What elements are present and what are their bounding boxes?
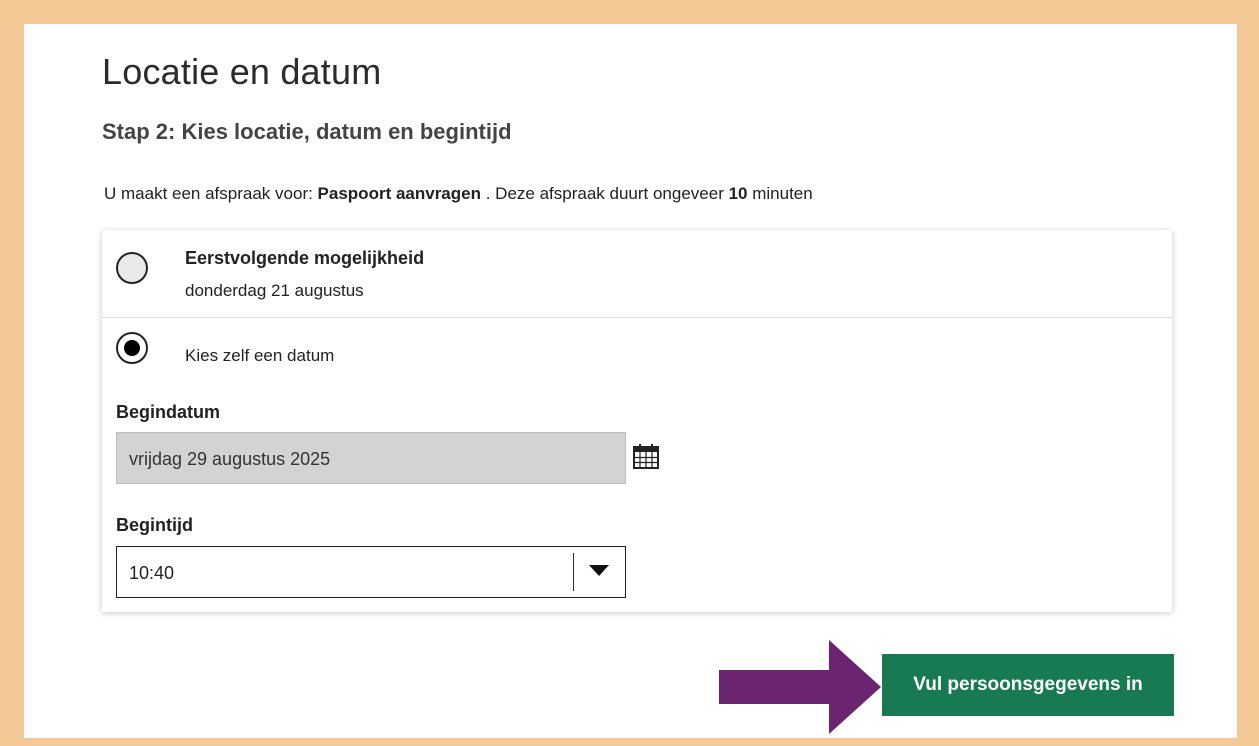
begin-time-select[interactable]: 10:40	[116, 546, 626, 598]
appointment-intro: U maakt een afspraak voor: Paspoort aanv…	[104, 184, 813, 204]
intro-middle: . Deze afspraak duurt ongeveer	[481, 184, 729, 203]
calendar-icon[interactable]	[632, 442, 660, 470]
duration-value: 10	[728, 184, 748, 203]
service-name: Paspoort aanvragen	[317, 184, 481, 203]
option-first-available-title: Eerstvolgende mogelijkheid	[185, 248, 425, 268]
fill-personal-details-button[interactable]: Vul persoonsgegevens in	[882, 654, 1174, 716]
date-options-card: Eerstvolgende mogelijkheid donderdag 21 …	[102, 230, 1172, 612]
arrow-right-icon	[719, 640, 881, 734]
option-first-available-date: donderdag 21 augustus	[185, 281, 364, 300]
intro-prefix: U maakt een afspraak voor:	[104, 184, 318, 203]
begin-time-label: Begintijd	[116, 515, 193, 535]
begin-time-value: 10:40	[129, 563, 175, 583]
begin-date-input[interactable]: vrijdag 29 augustus 2025	[116, 432, 626, 484]
page-title: Locatie en datum	[102, 51, 382, 92]
option-first-available[interactable]: Eerstvolgende mogelijkheid donderdag 21 …	[102, 230, 1172, 318]
radio-first-available[interactable]	[116, 252, 148, 284]
intro-suffix: minuten	[747, 184, 813, 203]
select-divider	[573, 553, 574, 591]
chevron-down-icon[interactable]	[589, 565, 609, 576]
radio-choose-date[interactable]	[116, 332, 148, 364]
option-choose-date-label[interactable]: Kies zelf een datum	[185, 346, 334, 366]
begin-date-label: Begindatum	[116, 402, 221, 422]
step-title: Stap 2: Kies locatie, datum en begintijd	[102, 119, 512, 144]
main-panel: Locatie en datum Stap 2: Kies locatie, d…	[24, 24, 1237, 738]
